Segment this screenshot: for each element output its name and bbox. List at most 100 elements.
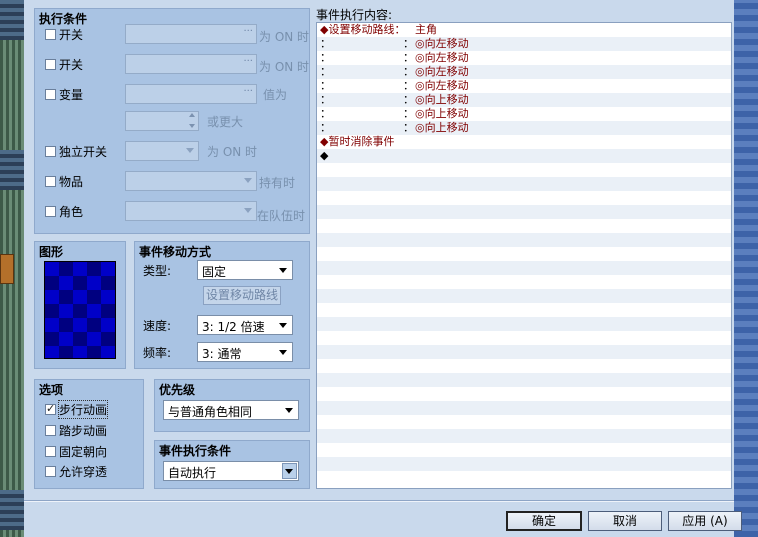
list-item[interactable]: ：： ◎向左移动 [317,79,731,93]
list-item-c2: ： [403,121,414,134]
list-item-c1: ◆ [320,149,329,162]
trigger-dropdown-button[interactable] [282,463,297,479]
list-item-c2: ： [403,37,414,50]
list-item[interactable] [317,317,731,331]
list-item[interactable] [317,457,731,471]
list-item[interactable] [317,233,731,247]
move-type-value: 固定 [202,265,227,279]
list-item[interactable]: ：： ◎向左移动 [317,51,731,65]
priority-group: 优先级 与普通角色相同 [154,379,310,432]
trigger-dropdown[interactable]: 自动执行 [163,461,299,481]
step-anim-checkbox[interactable] [45,425,56,436]
chevron-down-icon [244,178,252,183]
variable-field[interactable]: ··· [125,84,257,104]
list-item[interactable] [317,205,731,219]
set-move-route-button[interactable]: 设置移动路线 [203,286,281,305]
options-group: 选项 步行动画 踏步动画 固定朝向 允许穿透 [34,379,144,489]
movement-group: 事件移动方式 类型: 固定 设置移动路线 速度: 3: 1/2 倍速 频率: 3… [134,241,310,369]
self-switch-dropdown[interactable] [125,141,199,161]
switch1-dots: ··· [243,26,253,37]
list-item-c3: 主角 [415,23,437,36]
move-speed-label: 速度: [143,319,172,333]
step-anim-label: 踏步动画 [59,424,108,438]
walk-anim-checkbox[interactable] [45,402,56,415]
chevron-down-icon [279,323,287,328]
list-item-c3: ◎向上移动 [415,107,469,120]
list-item[interactable] [317,345,731,359]
actor-dropdown[interactable] [125,201,257,221]
chevron-down-icon [186,148,194,153]
spinner-up-icon[interactable] [189,113,195,117]
item-dropdown[interactable] [125,171,257,191]
list-item[interactable] [317,471,731,485]
self-switch-checkbox[interactable] [45,146,56,157]
list-item[interactable]: ：： ◎向上移动 [317,107,731,121]
list-item-c2: ： [403,65,414,78]
conditions-group: 执行条件 开关 ··· 为 ON 时 开关 ··· 为 ON 时 变量 ··· … [34,8,310,234]
chevron-down-icon [285,469,293,474]
list-item[interactable]: ：： ◎向左移动 [317,65,731,79]
event-contents-list[interactable]: ◆设置移动路线： 主角：： ◎向左移动：： ◎向左移动：： ◎向左移动：： ◎向左移动：：… [316,22,732,489]
move-freq-label: 频率: [143,346,172,360]
list-item[interactable] [317,387,731,401]
map-door-tile [0,254,14,284]
map-background-left [0,0,24,537]
options-title: 选项 [39,383,64,397]
apply-button[interactable]: 应用 (A) [668,511,742,531]
list-item[interactable] [317,289,731,303]
list-item[interactable]: ：： ◎向左移动 [317,37,731,51]
actor-label: 角色 [59,205,84,219]
list-item[interactable] [317,261,731,275]
list-item[interactable]: ：： ◎向上移动 [317,121,731,135]
list-item[interactable] [317,303,731,317]
switch2-label: 开关 [59,58,84,72]
list-item[interactable] [317,429,731,443]
item-checkbox[interactable] [45,176,56,187]
event-editor-dialog: 执行条件 开关 ··· 为 ON 时 开关 ··· 为 ON 时 变量 ··· … [24,0,742,537]
list-item[interactable]: ◆ [317,149,731,163]
actor-checkbox[interactable] [45,206,56,217]
move-speed-dropdown[interactable]: 3: 1/2 倍速 [197,315,293,335]
switch1-checkbox[interactable] [45,29,56,40]
variable-checkbox[interactable] [45,89,56,100]
priority-dropdown[interactable]: 与普通角色相同 [163,400,299,420]
ok-button[interactable]: 确定 [506,511,582,531]
list-item[interactable] [317,191,731,205]
list-item[interactable] [317,177,731,191]
list-item[interactable] [317,331,731,345]
switch2-checkbox[interactable] [45,59,56,70]
list-item[interactable] [317,401,731,415]
list-item[interactable] [317,247,731,261]
trigger-title: 事件执行条件 [159,444,232,458]
list-item[interactable]: ◆暂时消除事件 [317,135,731,149]
list-item[interactable] [317,373,731,387]
chevron-down-icon [279,350,287,355]
move-type-dropdown[interactable]: 固定 [197,260,293,280]
move-freq-dropdown[interactable]: 3: 通常 [197,342,293,362]
switch2-field[interactable]: ··· [125,54,257,74]
variable-dots: ··· [243,86,253,97]
trigger-value: 自动执行 [168,466,217,480]
walk-anim-label: 步行动画 [57,400,109,419]
direction-fix-checkbox[interactable] [45,446,56,457]
list-item[interactable]: ：： ◎向上移动 [317,93,731,107]
switch1-field[interactable]: ··· [125,24,257,44]
through-checkbox[interactable] [45,466,56,477]
map-background-right [734,0,758,537]
list-item[interactable] [317,275,731,289]
list-item-c1: ： [320,93,331,106]
list-item[interactable]: ◆设置移动路线： 主角 [317,23,731,37]
switch1-suffix: 为 ON 时 [259,30,310,44]
cancel-button[interactable]: 取消 [588,511,662,531]
list-item-c1: ： [320,79,331,92]
list-item-c3: ◎向左移动 [415,51,469,64]
variable-value-spinner[interactable] [125,111,199,131]
list-item[interactable] [317,443,731,457]
list-item[interactable] [317,415,731,429]
list-item-c3: ◎向上移动 [415,121,469,134]
list-item[interactable] [317,359,731,373]
list-item[interactable] [317,163,731,177]
event-graphic-image[interactable] [44,261,116,359]
list-item[interactable] [317,219,731,233]
spinner-down-icon[interactable] [189,124,195,128]
